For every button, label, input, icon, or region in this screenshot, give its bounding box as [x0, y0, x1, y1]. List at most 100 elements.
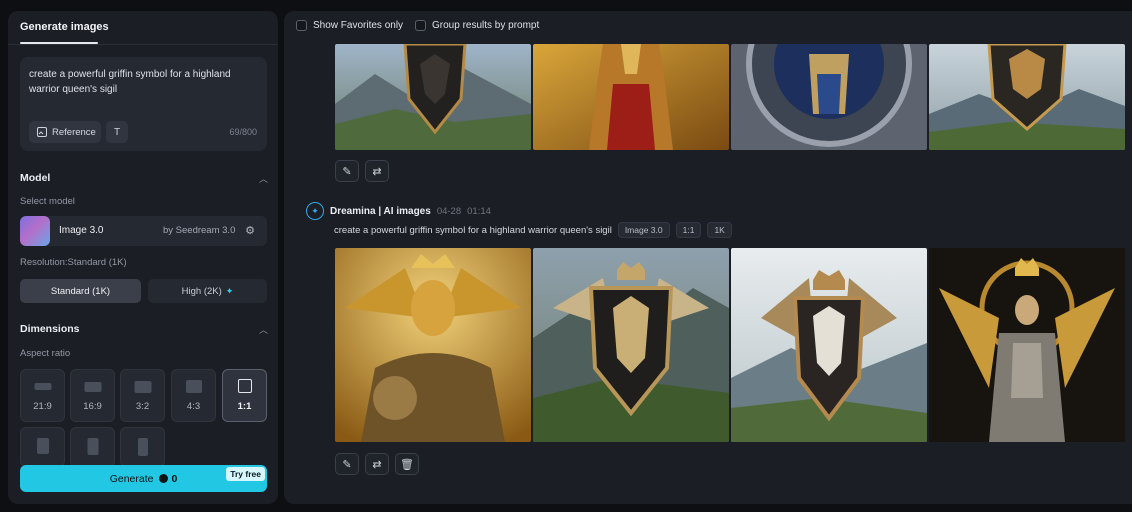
griffin-crest-valley-image [731, 248, 927, 442]
resolution-high-button[interactable]: High (2K) ✦ [148, 279, 267, 303]
ratio-label: 3:2 [135, 401, 150, 412]
results-panel: Show Favorites only Group results by pro… [284, 11, 1132, 504]
resolution-label: Resolution:Standard (1K) [20, 257, 127, 268]
regenerate-button[interactable]: ⇄ [365, 160, 389, 182]
pencil-icon: ✎ [342, 458, 352, 471]
checkbox[interactable] [296, 20, 307, 31]
aspect-ratio-label: Aspect ratio [20, 348, 71, 359]
show-favorites-label: Show Favorites only [313, 20, 404, 31]
tab-generate-images[interactable]: Generate images [20, 21, 109, 33]
prompt-box[interactable]: create a powerful griffin symbol for a h… [20, 57, 267, 151]
reference-label: Reference [52, 126, 96, 138]
generation-prompt-row: create a powerful griffin symbol for a h… [334, 222, 732, 238]
generate-panel: Generate images create a powerful griffi… [8, 11, 278, 504]
ratio-shape-icon [134, 381, 151, 393]
tab-bar: Generate images [8, 11, 278, 45]
generation-prompt[interactable]: create a powerful griffin symbol for a h… [334, 225, 612, 236]
ratio-label: 21:9 [33, 401, 52, 412]
tab-underline [20, 42, 98, 44]
model-name: Image 3.0 [59, 225, 104, 236]
result-image[interactable] [929, 44, 1125, 150]
ratio-shape-icon [185, 380, 202, 393]
image-upload-icon [37, 127, 47, 137]
edit-button[interactable]: ✎ [335, 453, 359, 475]
model-tag: Image 3.0 [617, 222, 670, 238]
credit-count: 0 [171, 472, 178, 485]
ratio-shape-icon [137, 438, 148, 456]
ratio-2-3[interactable] [70, 427, 115, 467]
golden-shield-valley-image [929, 44, 1125, 150]
ratio-shape-icon [36, 438, 49, 454]
text-tool-button[interactable]: T [106, 121, 128, 143]
sliders-icon[interactable]: ⚙ [245, 224, 255, 237]
resolution-standard-button[interactable]: Standard (1K) [20, 279, 141, 303]
select-model-label: Select model [20, 196, 75, 207]
ratio-shape-icon [34, 383, 51, 390]
generation-date: 04-28 [436, 205, 462, 217]
resolution-standard-label: Standard (1K) [50, 285, 111, 297]
delete-button[interactable]: 🗑 [395, 453, 419, 475]
text-icon: T [113, 126, 121, 138]
ratio-3-4[interactable] [20, 427, 65, 467]
ratio-3-2[interactable]: 3:2 [120, 369, 165, 422]
group-by-prompt-toggle[interactable]: Group results by prompt [415, 20, 539, 31]
result-image[interactable] [335, 44, 531, 150]
silver-crest-image [731, 44, 927, 150]
chevron-up-icon[interactable]: ︿ [259, 323, 268, 336]
prompt-input[interactable]: create a powerful griffin symbol for a h… [29, 67, 254, 97]
ratio-shape-icon [87, 438, 98, 455]
generation-source: Dreamina | AI images [330, 205, 431, 217]
model-thumbnail [20, 216, 50, 246]
resolution-high-label: High (2K) [181, 285, 222, 297]
chevron-up-icon[interactable]: ︿ [259, 172, 268, 185]
checkbox[interactable] [415, 20, 426, 31]
ratio-shape-icon [84, 382, 101, 392]
ratio-9-16[interactable] [120, 427, 165, 467]
generate-button[interactable]: Generate 0 Try free [20, 465, 267, 492]
ratio-16-9[interactable]: 16:9 [70, 369, 115, 422]
trash-icon: 🗑 [400, 458, 414, 471]
winged-armored-queen-image [929, 248, 1125, 442]
result-image[interactable] [929, 248, 1125, 442]
ratio-1-1[interactable]: 1:1 [222, 369, 267, 422]
credit-cost: 0 [159, 473, 177, 485]
dimensions-section-title: Dimensions [20, 323, 80, 335]
edit-button[interactable]: ✎ [335, 160, 359, 182]
repeat-icon: ⇄ [372, 458, 382, 471]
group-by-prompt-label: Group results by prompt [432, 20, 540, 31]
regenerate-button[interactable]: ⇄ [365, 453, 389, 475]
show-favorites-toggle[interactable]: Show Favorites only [296, 20, 403, 31]
result-image[interactable] [731, 248, 927, 442]
golden-warrior-queen-image [533, 44, 729, 150]
result-image[interactable] [335, 248, 531, 442]
model-provider: by Seedream 3.0 [163, 225, 236, 236]
reference-button[interactable]: Reference [29, 121, 101, 143]
griffin-shield-highlands-image [533, 248, 729, 442]
resolution-tag: 1K [707, 222, 732, 238]
pencil-icon: ✎ [342, 165, 352, 178]
dreamina-logo-icon: ✦ [306, 202, 324, 220]
generation-header: ✦ Dreamina | AI images 04-28 01:14 [306, 202, 491, 220]
ratio-label: 1:1 [237, 401, 252, 412]
generation-time: 01:14 [467, 205, 491, 217]
ratio-21-9[interactable]: 21:9 [20, 369, 65, 422]
model-section-title: Model [20, 172, 51, 184]
char-counter: 69/800 [229, 127, 257, 137]
repeat-icon: ⇄ [372, 165, 382, 178]
generate-label: Generate [109, 472, 154, 485]
app-root: Generate images create a powerful griffi… [0, 0, 1132, 512]
coin-icon [159, 474, 169, 483]
try-free-badge: Try free [226, 467, 265, 481]
griffin-crest-mountain-image [335, 44, 531, 150]
result-image[interactable] [731, 44, 927, 150]
ratio-shape-icon [237, 379, 252, 393]
ratio-label: 16:9 [83, 401, 102, 412]
ratio-tag: 1:1 [675, 222, 702, 238]
sparkle-icon: ✦ [225, 285, 234, 296]
golden-griffin-knight-image [335, 248, 531, 442]
ratio-label: 4:3 [186, 401, 201, 412]
ratio-4-3[interactable]: 4:3 [171, 369, 216, 422]
model-selector[interactable]: Image 3.0 by Seedream 3.0 ⚙ [20, 216, 267, 246]
result-image[interactable] [533, 248, 729, 442]
result-image[interactable] [533, 44, 729, 150]
